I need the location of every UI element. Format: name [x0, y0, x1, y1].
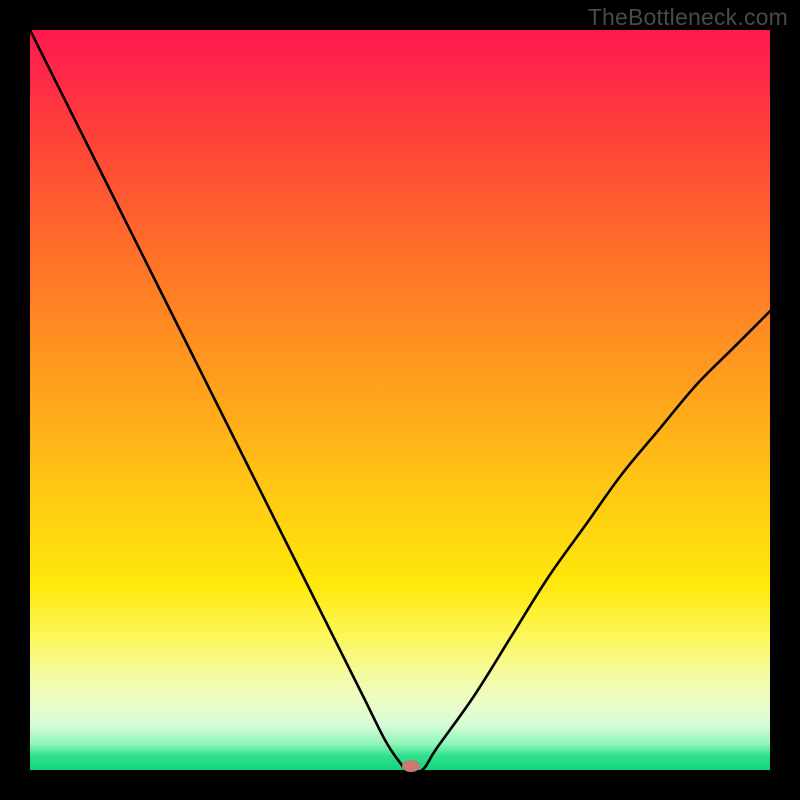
watermark-text: TheBottleneck.com [588, 4, 788, 31]
plot-area [30, 30, 770, 770]
chart-frame: TheBottleneck.com [0, 0, 800, 800]
bottleneck-curve [30, 30, 770, 770]
optimal-point-marker [402, 760, 420, 772]
